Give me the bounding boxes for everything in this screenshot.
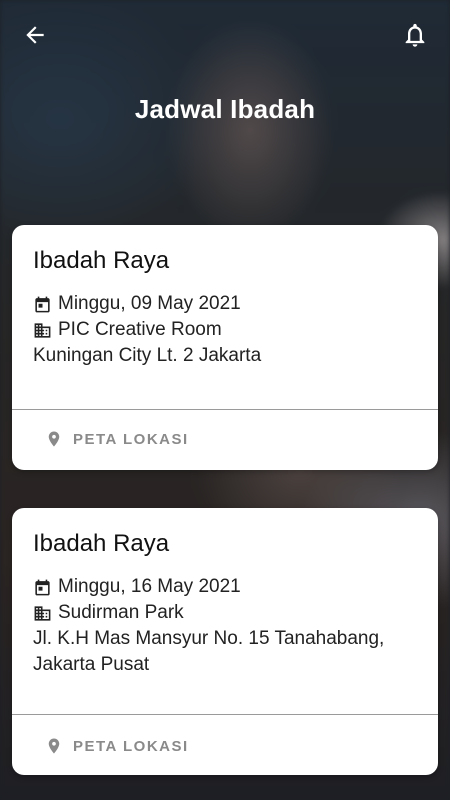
- page-title: Jadwal Ibadah: [134, 94, 316, 124]
- event-card[interactable]: Ibadah Raya Minggu, 16 May 2021 Sudirman…: [12, 508, 438, 775]
- map-location-button[interactable]: PETA LOKASI: [45, 429, 189, 449]
- arrow-left-icon: [26, 26, 44, 44]
- event-date-row: Minggu, 09 May 2021: [33, 291, 417, 317]
- event-venue-row: PIC Creative Room: [33, 317, 417, 343]
- card-divider: [12, 409, 438, 410]
- back-button[interactable]: [20, 20, 50, 50]
- calendar-icon: [35, 579, 50, 595]
- event-address: Jl. K.H Mas Mansyur No. 15 Tanahabang, J…: [33, 628, 385, 675]
- location-pin-icon: [48, 431, 60, 447]
- event-venue: Sudirman Park: [58, 602, 184, 623]
- building-icon: [34, 322, 51, 338]
- event-date: Minggu, 09 May 2021: [58, 293, 241, 314]
- calendar-icon: [35, 296, 50, 312]
- event-card[interactable]: Ibadah Raya Minggu, 09 May 2021 PIC Crea…: [12, 225, 438, 470]
- event-address: Kuningan City Lt. 2 Jakarta: [33, 345, 262, 366]
- map-location-button[interactable]: PETA LOKASI: [45, 736, 189, 756]
- event-date-row: Minggu, 16 May 2021: [33, 574, 417, 600]
- bell-icon: [405, 23, 425, 47]
- card-divider: [12, 714, 438, 715]
- building-icon: [34, 605, 51, 621]
- location-pin-icon: [48, 738, 60, 754]
- map-location-label: PETA LOKASI: [73, 737, 189, 755]
- event-title: Ibadah Raya: [33, 530, 170, 557]
- event-venue-row: Sudirman Park: [33, 600, 417, 626]
- event-venue: PIC Creative Room: [58, 319, 222, 340]
- map-location-label: PETA LOKASI: [73, 430, 189, 448]
- notifications-button[interactable]: [400, 20, 430, 50]
- top-bar: [0, 0, 450, 70]
- event-title: Ibadah Raya: [33, 247, 170, 274]
- event-date: Minggu, 16 May 2021: [58, 576, 241, 597]
